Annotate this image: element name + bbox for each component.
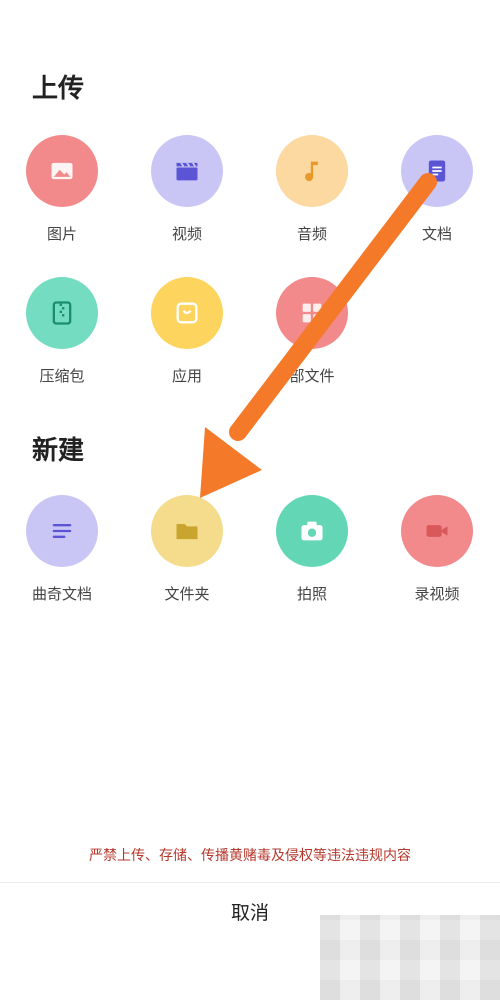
create-record-video-button[interactable]: 录视频 <box>382 495 492 604</box>
upload-app-label: 应用 <box>171 367 202 385</box>
app-bag-icon <box>151 277 223 349</box>
create-photo-button[interactable]: 拍照 <box>257 495 367 604</box>
upload-audio-button[interactable]: 音频 <box>257 135 367 244</box>
upload-document-label: 文档 <box>421 225 452 243</box>
upload-document-button[interactable]: 文档 <box>382 135 492 244</box>
folder-icon <box>151 495 223 567</box>
grid-files-icon <box>276 277 348 349</box>
image-icon <box>26 135 98 207</box>
upload-section-title: 上传 <box>32 74 85 104</box>
camera-icon <box>276 495 348 567</box>
create-doc-button[interactable]: 曲奇文档 <box>7 495 117 604</box>
text-lines-icon <box>26 495 98 567</box>
document-icon <box>401 135 473 207</box>
create-photo-label: 拍照 <box>296 585 327 603</box>
divider <box>0 882 500 883</box>
upload-video-button[interactable]: 视频 <box>132 135 242 244</box>
upload-audio-label: 音频 <box>296 225 327 243</box>
upload-video-label: 视频 <box>171 225 202 243</box>
create-section-title: 新建 <box>32 436 85 466</box>
upload-archive-label: 压缩包 <box>39 367 85 385</box>
video-clapper-icon <box>151 135 223 207</box>
legal-notice: 严禁上传、存储、传播黄赌毒及侵权等违法违规内容 <box>89 848 411 864</box>
upload-archive-button[interactable]: 压缩包 <box>7 277 117 386</box>
create-doc-label: 曲奇文档 <box>31 585 92 603</box>
create-folder-label: 文件夹 <box>164 585 210 603</box>
video-camera-icon <box>401 495 473 567</box>
zip-archive-icon <box>26 277 98 349</box>
pixelated-watermark <box>320 915 500 1000</box>
create-folder-button[interactable]: 文件夹 <box>132 495 242 604</box>
upload-all-files-button[interactable]: 部文件 <box>257 277 367 386</box>
upload-image-button[interactable]: 图片 <box>7 135 117 244</box>
arrow-head <box>200 427 262 498</box>
upload-app-button[interactable]: 应用 <box>132 277 242 386</box>
upload-all-files-label: 部文件 <box>289 367 335 385</box>
upload-image-label: 图片 <box>46 225 77 243</box>
create-record-video-label: 录视频 <box>414 585 460 603</box>
music-note-icon <box>276 135 348 207</box>
